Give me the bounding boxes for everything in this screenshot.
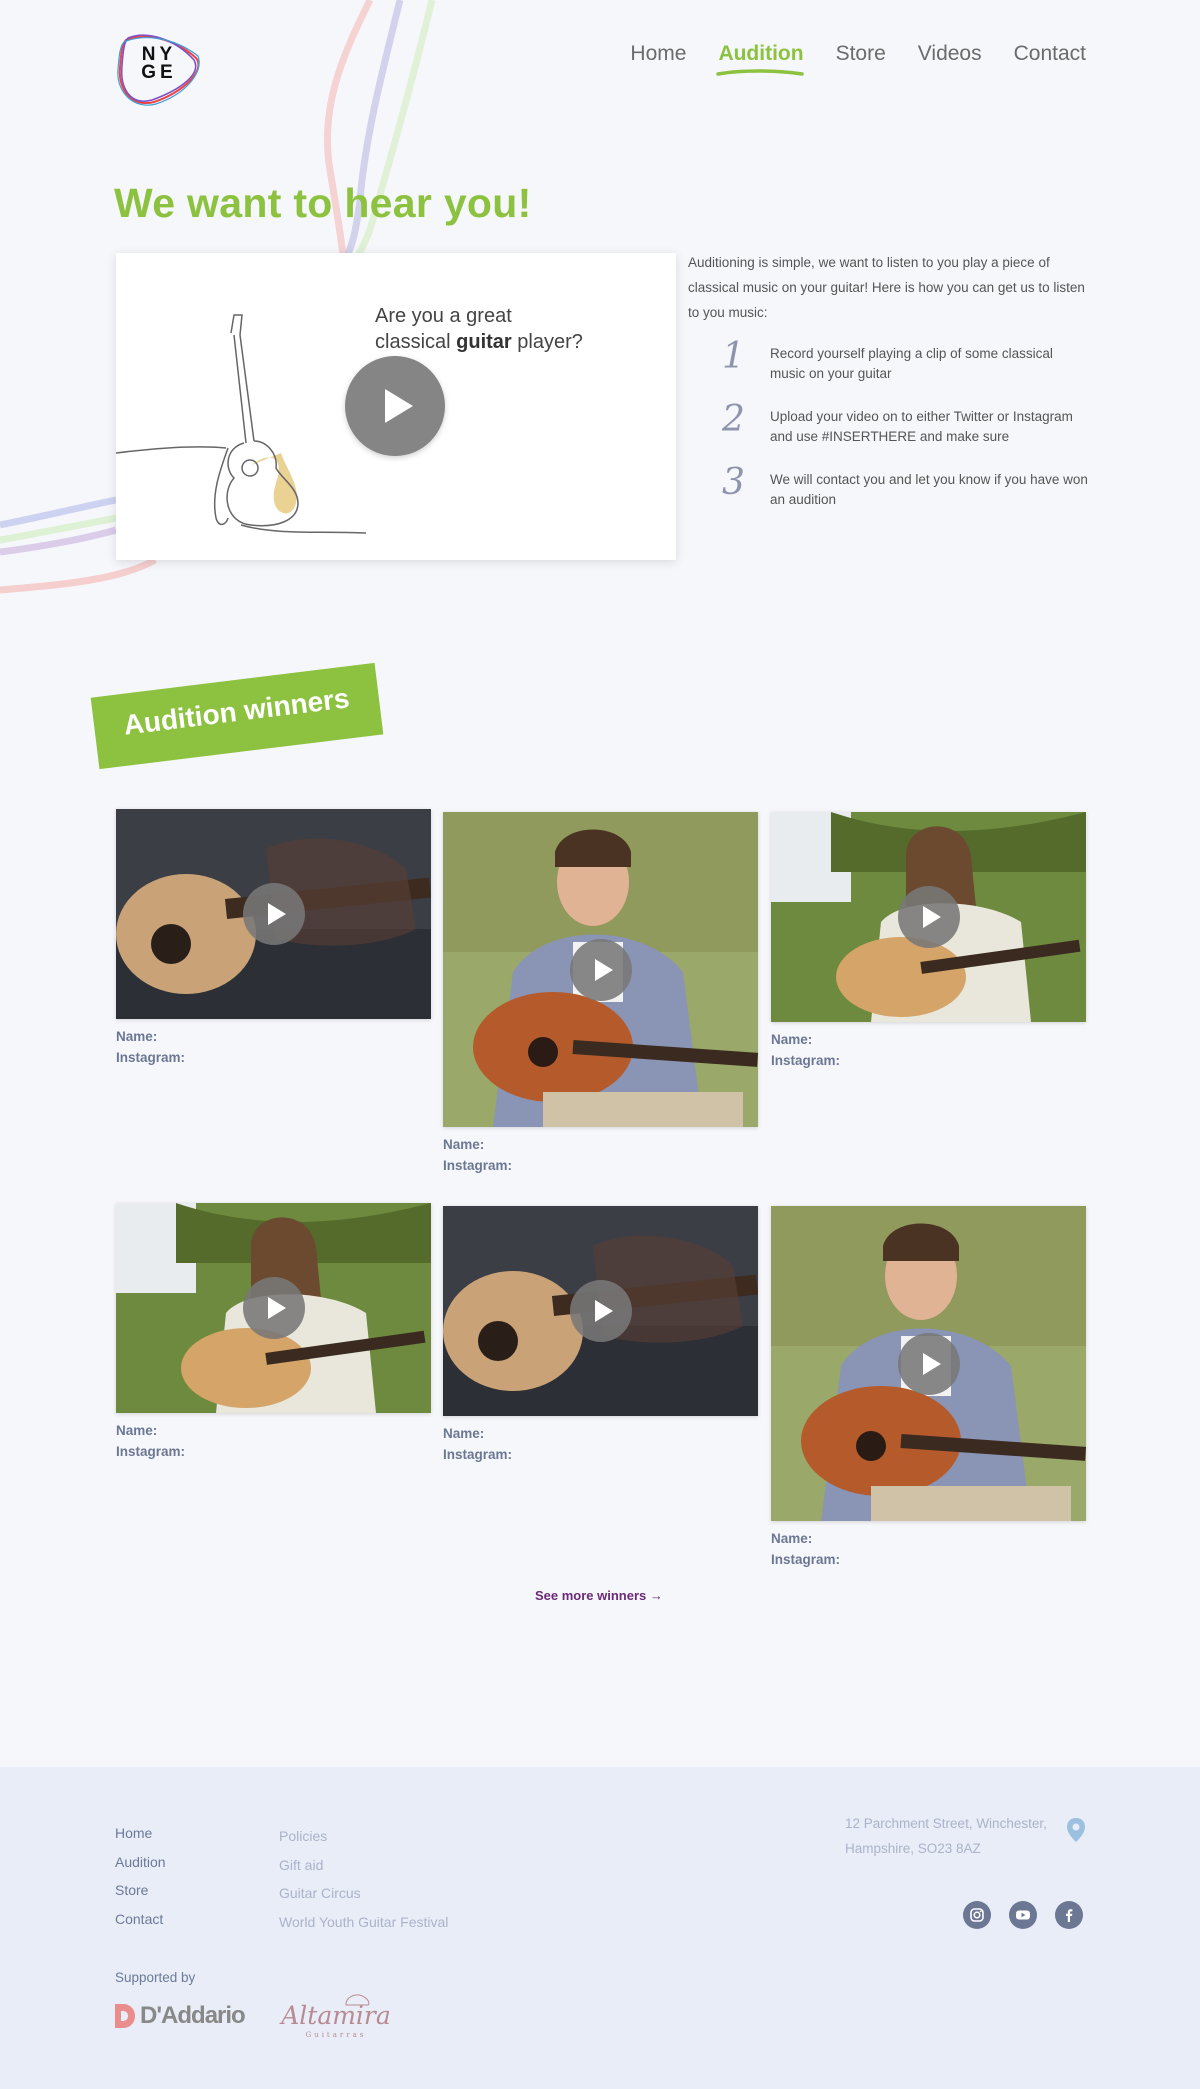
card-question: Are you a great classical guitar player?: [375, 303, 583, 355]
audition-steps: 1 Record yourself playing a clip of some…: [722, 336, 1088, 531]
step-text: Record yourself playing a clip of some c…: [770, 346, 1053, 381]
winner-name-label: Name:: [116, 1423, 158, 1438]
winner-meta: Name: Instagram:: [443, 1423, 758, 1465]
logo-text: NY GE: [134, 45, 184, 83]
youtube-glyph: [1016, 1910, 1030, 1920]
daddario-logo[interactable]: D'Addario: [114, 1999, 246, 2033]
nav-audition[interactable]: Audition: [716, 42, 805, 76]
play-button[interactable]: [897, 886, 960, 948]
nav-videos[interactable]: Videos: [918, 42, 982, 66]
facebook-glyph: [1066, 1909, 1073, 1922]
main-nav: Home Audition Store Videos Contact: [630, 42, 1086, 76]
winner-card: Name: Instagram:: [771, 812, 1086, 1071]
winner-video[interactable]: [116, 1203, 431, 1413]
page: NY GE Home Audition Store Videos Contact…: [0, 0, 1200, 2089]
nav-store[interactable]: Store: [836, 42, 886, 66]
play-button[interactable]: [242, 1277, 305, 1339]
step-number: 3: [722, 462, 745, 503]
altamira-subtext: Guitarras: [305, 2031, 367, 2039]
footer-link-world-youth-guitar-festival[interactable]: World Youth Guitar Festival: [279, 1908, 448, 1937]
instagram-glyph: [970, 1908, 984, 1922]
card-question-pre: classical: [375, 331, 457, 353]
hero-title: We want to hear you!: [114, 180, 532, 226]
logo[interactable]: NY GE: [114, 30, 206, 106]
winner-card: Name: Instagram:: [771, 1206, 1086, 1570]
winner-card: Name: Instagram:: [443, 812, 758, 1176]
instagram-icon[interactable]: [963, 1901, 991, 1929]
winner-meta: Name: Instagram:: [771, 1528, 1086, 1570]
winner-instagram-label: Instagram:: [443, 1447, 513, 1462]
card-question-bold: guitar: [456, 331, 512, 353]
play-button[interactable]: [569, 938, 632, 1001]
altamira-logo[interactable]: Altamira Guitarras: [276, 1989, 396, 2041]
step-item: 3 We will contact you and let you know i…: [722, 462, 1088, 530]
winner-name-label: Name:: [443, 1426, 485, 1441]
winner-meta: Name: Instagram:: [116, 1026, 431, 1068]
play-button[interactable]: [242, 883, 305, 945]
footer: Home Audition Store Contact Policies Gif…: [0, 1767, 1200, 2089]
nav-home[interactable]: Home: [630, 42, 686, 66]
winner-instagram-label: Instagram:: [771, 1053, 841, 1068]
see-more-winners-link[interactable]: See more winners →: [535, 1588, 663, 1603]
footer-link-contact[interactable]: Contact: [115, 1905, 166, 1934]
step-text: Upload your video on to either Twitter o…: [770, 409, 1073, 444]
footer-link-store[interactable]: Store: [115, 1876, 166, 1905]
footer-main-links: Home Audition Store Contact: [115, 1819, 166, 1933]
footer-link-gift-aid[interactable]: Gift aid: [279, 1851, 448, 1880]
altamira-text: Altamira: [281, 2001, 391, 2030]
winners-banner: Audition winners: [90, 662, 384, 770]
play-button[interactable]: [345, 356, 445, 456]
winner-instagram-label: Instagram:: [443, 1158, 513, 1173]
card-question-line1: Are you a great: [375, 305, 512, 327]
step-number: 1: [722, 336, 745, 377]
audition-intro: Auditioning is simple, we want to listen…: [688, 255, 1085, 320]
audition-video-card[interactable]: Are you a great classical guitar player?: [116, 253, 676, 560]
step-text: We will contact you and let you know if …: [770, 472, 1088, 507]
step-item: 1 Record yourself playing a clip of some…: [722, 336, 1088, 404]
winner-instagram-label: Instagram:: [116, 1050, 186, 1065]
winner-name-label: Name:: [443, 1137, 485, 1152]
winner-meta: Name: Instagram:: [771, 1029, 1086, 1071]
location-pin-icon: [1067, 1818, 1085, 1842]
step-item: 2 Upload your video on to either Twitter…: [722, 399, 1088, 467]
nav-audition-label: Audition: [718, 42, 804, 65]
winner-instagram-label: Instagram:: [116, 1444, 186, 1459]
winner-video[interactable]: [443, 1206, 758, 1416]
daddario-text: D'Addario: [140, 2002, 246, 2029]
winner-card: Name: Instagram:: [116, 1203, 431, 1462]
play-button[interactable]: [897, 1332, 960, 1395]
youtube-icon[interactable]: [1009, 1901, 1037, 1929]
step-number: 2: [722, 399, 745, 440]
footer-link-policies[interactable]: Policies: [279, 1822, 448, 1851]
footer-link-guitar-circus[interactable]: Guitar Circus: [279, 1879, 448, 1908]
facebook-icon[interactable]: [1055, 1901, 1083, 1929]
footer-link-audition[interactable]: Audition: [115, 1848, 166, 1877]
winner-name-label: Name:: [771, 1032, 813, 1047]
card-question-post: player?: [511, 331, 583, 353]
footer-link-home[interactable]: Home: [115, 1819, 166, 1848]
winner-video[interactable]: [116, 809, 431, 1019]
play-button[interactable]: [569, 1280, 632, 1342]
winner-video[interactable]: [771, 812, 1086, 1022]
winner-name-label: Name:: [116, 1029, 158, 1044]
daddario-mark: [115, 2004, 135, 2028]
active-underline: [716, 69, 805, 76]
winners-title: Audition winners: [121, 682, 352, 741]
winner-meta: Name: Instagram:: [443, 1134, 758, 1176]
card-question-line2: classical guitar player?: [375, 329, 583, 355]
winner-instagram-label: Instagram:: [771, 1552, 841, 1567]
supported-by-label: Supported by: [115, 1970, 196, 1985]
winner-video[interactable]: [771, 1206, 1086, 1521]
logo-text-line2: GE: [141, 62, 177, 83]
winner-card: Name: Instagram:: [443, 1206, 758, 1465]
footer-address: 12 Parchment Street, Winchester, Hampshi…: [845, 1816, 1047, 1856]
nav-contact[interactable]: Contact: [1014, 42, 1086, 66]
footer-secondary-links: Policies Gift aid Guitar Circus World Yo…: [279, 1822, 448, 1936]
winner-meta: Name: Instagram:: [116, 1420, 431, 1462]
winner-name-label: Name:: [771, 1531, 813, 1546]
winner-card: Name: Instagram:: [116, 809, 431, 1068]
social-links: [963, 1901, 1083, 1929]
winner-video[interactable]: [443, 812, 758, 1127]
